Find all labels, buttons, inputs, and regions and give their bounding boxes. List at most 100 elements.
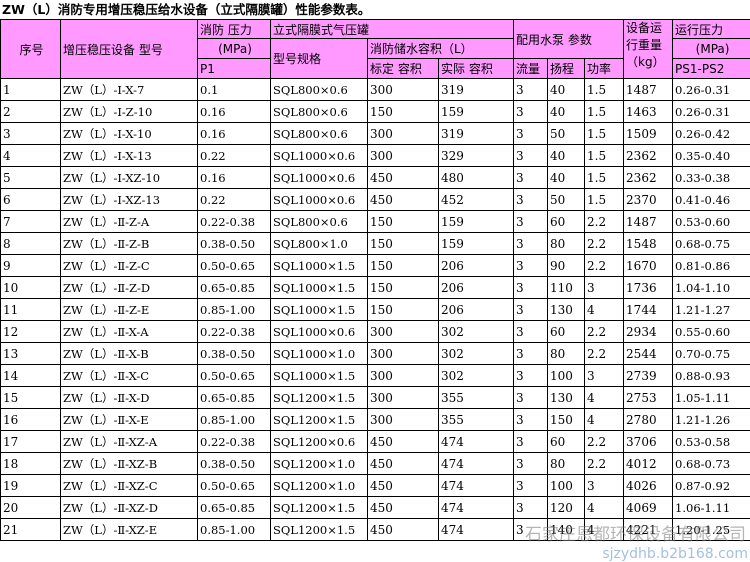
cell-actual: 159 xyxy=(439,101,514,123)
table-row: 12ZW（L）-Ⅱ-X-A0.22-0.38SQL1000×0.63003023… xyxy=(1,321,750,343)
cell-tank: SQL1200×0.6 xyxy=(271,431,368,453)
cell-model: ZW（L）-Ⅱ-Z-C xyxy=(61,255,198,277)
cell-nominal: 300 xyxy=(368,387,439,409)
cell-model: ZW（L）-Ⅱ-Z-E xyxy=(61,299,198,321)
cell-weight: 2362 xyxy=(624,167,673,189)
cell-power: 1.5 xyxy=(585,189,624,211)
cell-weight: 1463 xyxy=(624,101,673,123)
header-weight-unit: （kg） xyxy=(626,55,665,69)
cell-p1: 0.22-0.38 xyxy=(198,211,271,233)
cell-nominal: 150 xyxy=(368,211,439,233)
cell-p1: 0.85-1.00 xyxy=(198,299,271,321)
cell-flow: 3 xyxy=(514,409,548,431)
cell-nominal: 300 xyxy=(368,79,439,101)
table-row: 15ZW（L）-Ⅱ-X-D0.65-0.85SQL1200×1.53003553… xyxy=(1,387,750,409)
cell-seq: 7 xyxy=(1,211,61,233)
cell-tank: SQL1000×1.5 xyxy=(271,365,368,387)
cell-p1: 0.65-0.85 xyxy=(198,277,271,299)
cell-flow: 3 xyxy=(514,145,548,167)
cell-weight: 4069 xyxy=(624,497,673,519)
cell-model: ZW（L）-Ⅱ-Z-A xyxy=(61,211,198,233)
cell-weight: 2739 xyxy=(624,365,673,387)
table-row: 14ZW（L）-Ⅱ-X-C0.50-0.65SQL1000×1.53003023… xyxy=(1,365,750,387)
cell-tank: SQL1000×0.6 xyxy=(271,167,368,189)
cell-model: ZW（L）-Ⅰ-X-13 xyxy=(61,145,198,167)
cell-actual: 206 xyxy=(439,299,514,321)
cell-nominal: 150 xyxy=(368,255,439,277)
cell-p1: 0.85-1.00 xyxy=(198,519,271,541)
cell-model: ZW（L）-Ⅰ-X-10 xyxy=(61,123,198,145)
cell-weight: 4012 xyxy=(624,453,673,475)
cell-power: 4 xyxy=(585,409,624,431)
cell-model: ZW（L）-Ⅰ-XZ-13 xyxy=(61,189,198,211)
cell-model: ZW（L）-Ⅱ-X-B xyxy=(61,343,198,365)
cell-ps: 0.26-0.31 xyxy=(673,79,750,101)
cell-ps: 1.21-1.26 xyxy=(673,409,750,431)
table-row: 17ZW（L）-Ⅱ-XZ-A0.22-0.38SQL1200×0.6450474… xyxy=(1,431,750,453)
cell-head: 80 xyxy=(548,453,585,475)
cell-head: 80 xyxy=(548,343,585,365)
cell-model: ZW（L）-Ⅱ-X-E xyxy=(61,409,198,431)
cell-flow: 3 xyxy=(514,299,548,321)
cell-head: 60 xyxy=(548,321,585,343)
performance-table: 序号 增压稳压设备 型号 消防 压力 立式隔膜式气压罐 配用水泵 参数 设备运行… xyxy=(0,19,750,541)
cell-ps: 0.33-0.38 xyxy=(673,167,750,189)
table-row: 21ZW（L）-Ⅱ-XZ-E0.85-1.00SQL1200×1.5450474… xyxy=(1,519,750,541)
table-row: 13ZW（L）-Ⅱ-X-B0.38-0.50SQL1000×1.03003023… xyxy=(1,343,750,365)
cell-p1: 0.50-0.65 xyxy=(198,475,271,497)
table-row: 4ZW（L）-Ⅰ-X-130.22SQL1000×0.63003293401.5… xyxy=(1,145,750,167)
cell-model: ZW（L）-Ⅱ-XZ-C xyxy=(61,475,198,497)
cell-tank: SQL800×0.6 xyxy=(271,79,368,101)
table-row: 16ZW（L）-Ⅱ-X-E0.85-1.00SQL1200×1.53003553… xyxy=(1,409,750,431)
cell-power: 2.2 xyxy=(585,453,624,475)
cell-nominal: 150 xyxy=(368,233,439,255)
cell-flow: 3 xyxy=(514,101,548,123)
cell-p1: 0.38-0.50 xyxy=(198,453,271,475)
cell-flow: 3 xyxy=(514,497,548,519)
cell-actual: 302 xyxy=(439,321,514,343)
cell-head: 40 xyxy=(548,145,585,167)
cell-tank: SQL800×1.0 xyxy=(271,233,368,255)
cell-power: 4 xyxy=(585,497,624,519)
cell-head: 90 xyxy=(548,255,585,277)
cell-seq: 4 xyxy=(1,145,61,167)
cell-nominal: 300 xyxy=(368,343,439,365)
cell-seq: 14 xyxy=(1,365,61,387)
header-pump-head: 扬程 xyxy=(548,59,585,79)
header-pump-power: 功率 xyxy=(585,59,624,79)
cell-ps: 1.05-1.11 xyxy=(673,387,750,409)
cell-seq: 21 xyxy=(1,519,61,541)
cell-flow: 3 xyxy=(514,255,548,277)
cell-ps: 0.88-0.93 xyxy=(673,365,750,387)
cell-ps: 0.53-0.60 xyxy=(673,211,750,233)
cell-nominal: 300 xyxy=(368,321,439,343)
cell-actual: 355 xyxy=(439,409,514,431)
cell-ps: 0.55-0.60 xyxy=(673,321,750,343)
header-seq: 序号 xyxy=(1,20,61,79)
cell-p1: 0.22-0.38 xyxy=(198,431,271,453)
cell-ps: 0.53-0.58 xyxy=(673,431,750,453)
cell-seq: 20 xyxy=(1,497,61,519)
cell-power: 1.5 xyxy=(585,101,624,123)
cell-tank: SQL1000×0.6 xyxy=(271,145,368,167)
cell-flow: 3 xyxy=(514,453,548,475)
cell-actual: 159 xyxy=(439,233,514,255)
cell-seq: 11 xyxy=(1,299,61,321)
cell-power: 4 xyxy=(585,299,624,321)
cell-weight: 2362 xyxy=(624,145,673,167)
cell-power: 3 xyxy=(585,475,624,497)
cell-weight: 2934 xyxy=(624,321,673,343)
cell-actual: 329 xyxy=(439,145,514,167)
cell-head: 80 xyxy=(548,233,585,255)
cell-tank: SQL1200×1.5 xyxy=(271,387,368,409)
cell-p1: 0.65-0.85 xyxy=(198,497,271,519)
cell-power: 1.5 xyxy=(585,123,624,145)
cell-actual: 474 xyxy=(439,453,514,475)
cell-flow: 3 xyxy=(514,519,548,541)
cell-ps: 1.04-1.10 xyxy=(673,277,750,299)
cell-actual: 474 xyxy=(439,519,514,541)
table-row: 6ZW（L）-Ⅰ-XZ-130.22SQL1000×0.64504523501.… xyxy=(1,189,750,211)
cell-actual: 302 xyxy=(439,365,514,387)
cell-head: 130 xyxy=(548,387,585,409)
cell-power: 1.5 xyxy=(585,79,624,101)
